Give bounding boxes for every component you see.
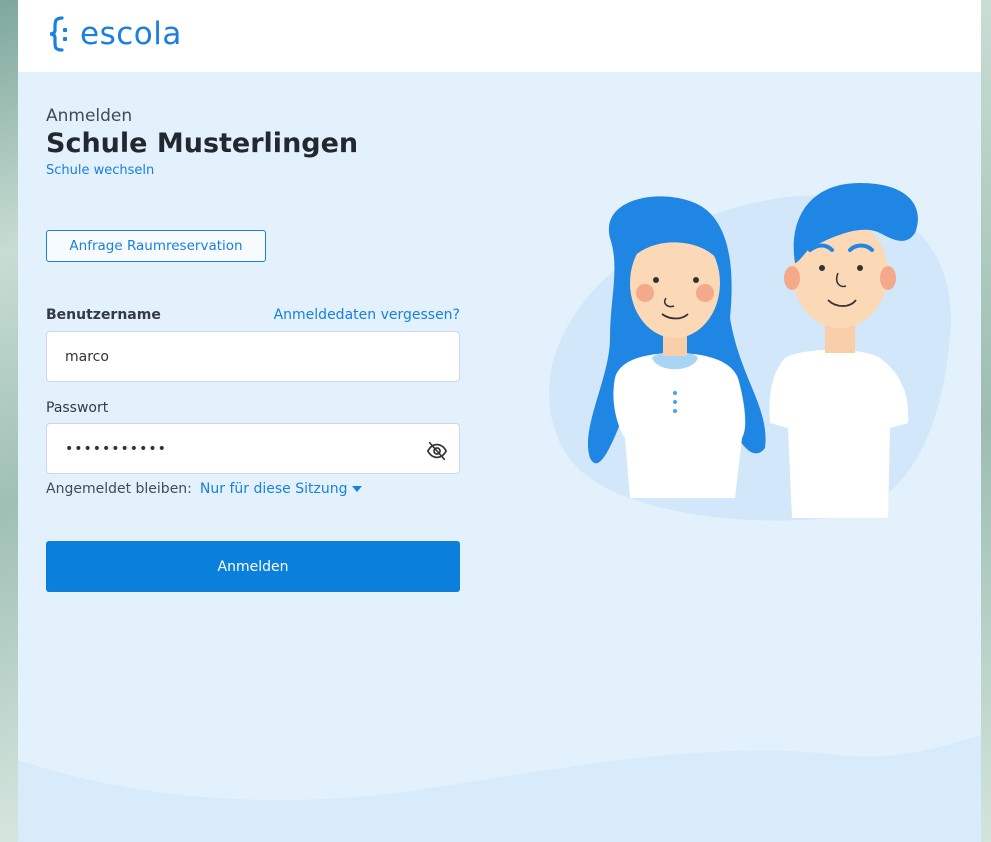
stay-signed-in-label: Angemeldet bleiben:	[46, 481, 192, 497]
switch-school-link[interactable]: Schule wechseln	[46, 163, 154, 178]
decorative-wave	[18, 735, 981, 842]
escola-logo-text: escola	[80, 16, 182, 52]
login-page: escola Anmelden Schule Musterlingen Schu…	[18, 0, 981, 842]
students-illustration	[549, 183, 951, 521]
school-name: Schule Musterlingen	[46, 128, 359, 159]
window-background-left	[0, 0, 18, 842]
password-label: Passwort	[46, 400, 109, 416]
username-label-row: Benutzername Anmeldedaten vergessen?	[46, 307, 460, 323]
eye-off-icon[interactable]	[426, 440, 448, 462]
escola-logo[interactable]: escola	[46, 14, 182, 54]
password-input[interactable]	[46, 423, 460, 474]
forgot-credentials-link[interactable]: Anmeldedaten vergessen?	[274, 307, 460, 323]
username-label: Benutzername	[46, 307, 161, 323]
login-header: Anmelden Schule Musterlingen Schule wech…	[46, 106, 466, 178]
escola-brace-logo-icon	[49, 16, 67, 52]
username-input[interactable]	[46, 331, 460, 382]
stay-signed-in-value: Nur für diese Sitzung	[199, 481, 348, 497]
login-kicker: Anmelden	[46, 106, 133, 126]
stay-signed-in-row: Angemeldet bleiben: Nur für diese Sitzun…	[46, 481, 363, 497]
stay-signed-in-select[interactable]: Nur für diese Sitzung	[200, 481, 363, 497]
login-submit-button[interactable]: Anmelden	[46, 541, 460, 592]
password-label-row: Passwort	[46, 400, 460, 416]
caret-down-icon	[352, 485, 363, 492]
room-reservation-button[interactable]: Anfrage Raumreservation	[46, 230, 266, 262]
window-background-right	[981, 0, 991, 842]
top-bar: escola	[18, 0, 981, 72]
